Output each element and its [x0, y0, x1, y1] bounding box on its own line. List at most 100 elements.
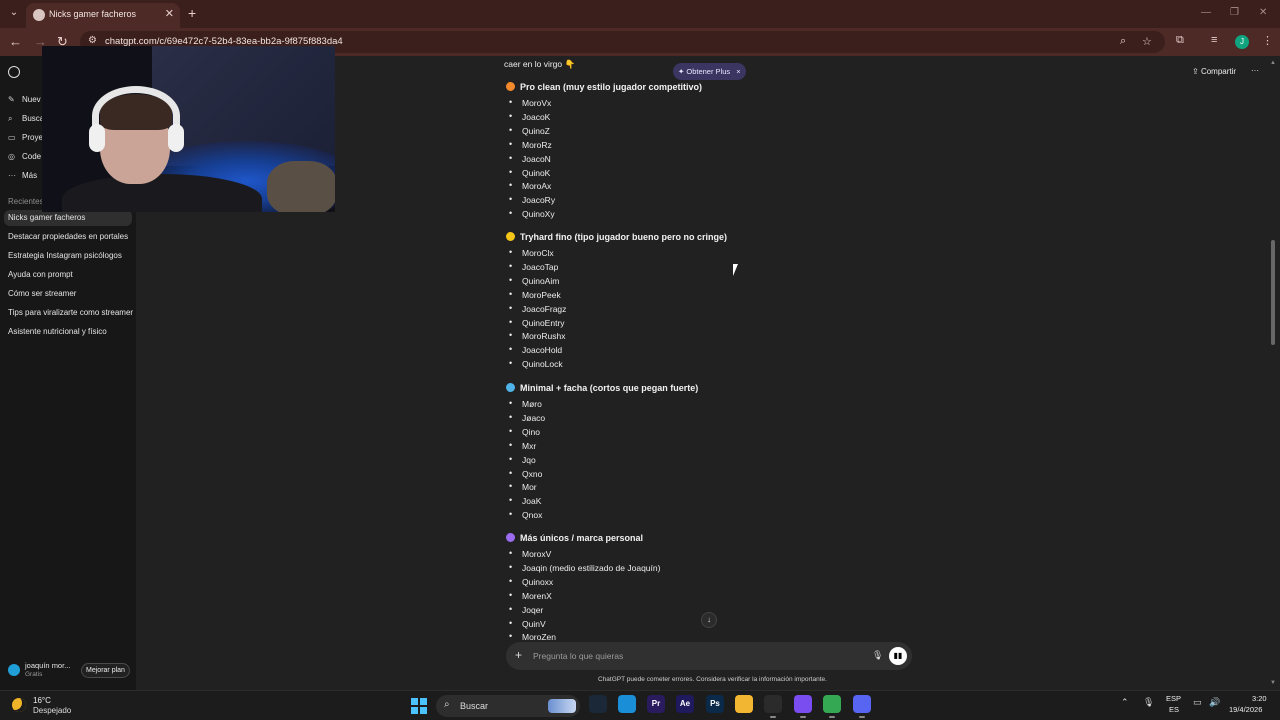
- plus-close-icon[interactable]: ×: [736, 67, 740, 76]
- headphone-left-cup: [89, 124, 105, 152]
- upgrade-plan-button[interactable]: Mejorar plan: [81, 663, 130, 678]
- app-running-indicator: [829, 716, 835, 718]
- weather-moon-icon[interactable]: [12, 698, 26, 712]
- scroll-up-arrow-icon[interactable]: ▲: [1270, 60, 1276, 66]
- search-highlight-image: [548, 699, 576, 713]
- more-icon: ···: [8, 171, 16, 180]
- microphone-icon[interactable]: 🎙: [872, 650, 883, 661]
- user-name: joaquín mor...: [25, 661, 71, 670]
- windows-start-icon[interactable]: [411, 698, 427, 714]
- minimize-icon[interactable]: —: [1201, 7, 1211, 18]
- chatgpt-logo-icon[interactable]: [8, 66, 20, 78]
- recents-heading: Recientes: [8, 197, 44, 206]
- sidebar-item-search[interactable]: ⌕ Busca: [8, 114, 44, 124]
- sidebar-item-projects[interactable]: ▭ Proye: [8, 133, 43, 142]
- disclaimer-text: ChatGPT puede cometer errores. Considera…: [598, 676, 827, 683]
- chrome-icon[interactable]: [823, 695, 841, 713]
- tab-title: Nicks gamer facheros: [49, 9, 137, 19]
- section-emoji-icon: [506, 533, 515, 542]
- recent-chat-item[interactable]: Asistente nutricional y físico: [4, 324, 132, 340]
- user-plan: Gratis: [25, 671, 43, 678]
- extensions-icon[interactable]: ⧉: [1176, 34, 1184, 47]
- section-heading: Tryhard fino (tipo jugador bueno pero no…: [506, 232, 727, 242]
- window-close-icon[interactable]: ✕: [1259, 7, 1267, 18]
- browser-tab-bar: ⌄ Nicks gamer facheros ✕ + — ❐ ✕: [0, 0, 1280, 28]
- section-heading: Más únicos / marca personal: [506, 533, 643, 543]
- app-running-indicator: [800, 716, 806, 718]
- voice-mode-button[interactable]: ▮▮: [889, 647, 907, 665]
- search-icon: ⌕: [8, 114, 13, 123]
- conversation-menu-icon[interactable]: ···: [1251, 66, 1259, 75]
- browser-tab[interactable]: Nicks gamer facheros ✕: [26, 3, 180, 28]
- tray-overflow-icon[interactable]: ⌃: [1121, 697, 1129, 708]
- discord-icon[interactable]: [853, 695, 871, 713]
- clock-time[interactable]: 3:20: [1252, 694, 1267, 703]
- scroll-to-bottom-button[interactable]: ↓: [701, 612, 717, 628]
- message-intro-text: caer en lo virgo 👇: [504, 59, 576, 69]
- recent-chat-item[interactable]: Tips para viralizarte como streamer: [4, 305, 133, 321]
- section-emoji-icon: [506, 82, 515, 91]
- share-button[interactable]: ⇪ Compartir: [1192, 67, 1236, 76]
- section-emoji-icon: [506, 383, 515, 392]
- new-chat-icon: ✎: [8, 95, 15, 104]
- after-effects-icon[interactable]: Ae: [676, 695, 694, 713]
- premiere-icon[interactable]: Pr: [647, 695, 665, 713]
- webcam-pillow: [267, 161, 335, 212]
- tab-search-icon[interactable]: ⌄: [6, 5, 22, 21]
- recent-chat-item[interactable]: Estrategia Instagram psicólogos: [4, 248, 132, 264]
- weather-temperature[interactable]: 16°C: [33, 696, 51, 705]
- recent-chat-item[interactable]: Ayuda con prompt: [4, 267, 132, 283]
- folder-icon: ▭: [8, 133, 16, 142]
- browser-menu-icon[interactable]: ⋮: [1262, 34, 1273, 47]
- recent-chat-item[interactable]: Destacar propiedades en portales: [4, 229, 132, 245]
- obs-icon[interactable]: [764, 695, 782, 713]
- app-running-indicator: [859, 716, 865, 718]
- keyboard-layout[interactable]: ES: [1169, 705, 1179, 714]
- network-icon[interactable]: ▭: [1193, 697, 1202, 708]
- new-tab-icon[interactable]: +: [188, 5, 196, 21]
- recent-chat-item[interactable]: Nicks gamer facheros: [4, 210, 132, 226]
- tray-microphone-icon[interactable]: 🎙: [1143, 697, 1154, 708]
- media-control-icon[interactable]: ≡: [1211, 34, 1217, 46]
- sidebar-item-new-chat[interactable]: ✎ Nuev: [8, 95, 41, 104]
- keyboard-language[interactable]: ESP: [1166, 694, 1181, 703]
- get-plus-pill[interactable]: ✦ Obtener Plus ×: [673, 63, 746, 80]
- clock-date[interactable]: 19/4/2026: [1229, 705, 1262, 714]
- maximize-icon[interactable]: ❐: [1230, 7, 1239, 18]
- page-scrollbar[interactable]: [1271, 240, 1275, 345]
- sidebar-item-more[interactable]: ··· Más: [8, 171, 37, 180]
- zoom-icon[interactable]: ⌕: [1120, 35, 1126, 48]
- photoshop-icon[interactable]: Ps: [706, 695, 724, 713]
- search-icon: ⌕: [444, 699, 450, 710]
- user-avatar[interactable]: [8, 664, 20, 676]
- webcam-overlay: [42, 46, 335, 212]
- recent-chat-item[interactable]: Cómo ser streamer: [4, 286, 132, 302]
- bookmark-star-icon[interactable]: ☆: [1142, 35, 1152, 48]
- back-icon[interactable]: ←: [9, 34, 22, 50]
- profile-avatar[interactable]: J: [1235, 35, 1249, 49]
- app-purple-icon[interactable]: [794, 695, 812, 713]
- edge-icon[interactable]: [618, 695, 636, 713]
- composer[interactable]: + Pregunta lo que quieras 🎙 ▮▮: [506, 642, 912, 670]
- app-running-indicator: [770, 716, 776, 718]
- taskbar-search[interactable]: ⌕ Buscar: [436, 695, 580, 717]
- taskbar-search-label: Buscar: [460, 701, 489, 711]
- attach-plus-icon[interactable]: +: [515, 648, 522, 662]
- section-emoji-icon: [506, 232, 515, 241]
- share-icon: ⇪: [1192, 67, 1201, 76]
- section-heading: Pro clean (muy estilo jugador competitiv…: [506, 82, 702, 92]
- user-account-row[interactable]: joaquín mor... Gratis Mejorar plan: [0, 656, 136, 684]
- steam-icon[interactable]: [589, 695, 607, 713]
- scroll-down-arrow-icon[interactable]: ▼: [1270, 680, 1276, 686]
- prompt-input[interactable]: Pregunta lo que quieras: [533, 651, 623, 661]
- weather-description[interactable]: Despejado: [33, 706, 71, 715]
- section-heading: Minimal + facha (cortos que pegan fuerte…: [506, 383, 698, 393]
- tab-close-icon[interactable]: ✕: [165, 7, 174, 20]
- file-explorer-icon[interactable]: [735, 695, 753, 713]
- chatgpt-favicon-icon: [33, 9, 45, 21]
- volume-icon[interactable]: 🔊: [1209, 697, 1220, 708]
- mouse-cursor-icon: [733, 264, 741, 276]
- windows-taskbar: 16°C Despejado ⌕ Buscar: [0, 690, 1280, 720]
- sidebar-item-codex[interactable]: ◎ Code: [8, 152, 41, 161]
- site-info-icon[interactable]: ⚙: [88, 35, 97, 46]
